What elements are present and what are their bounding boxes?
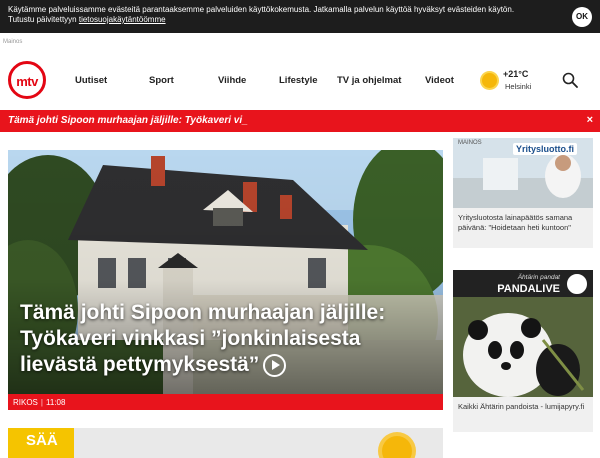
panda-logo-icon <box>565 272 589 296</box>
search-icon[interactable] <box>562 72 578 88</box>
sidebar-ad-pandalive[interactable]: Ähtärin pandat PANDALIVE Kaikki Ähtärin … <box>453 270 593 432</box>
nav-viihde[interactable]: Viihde <box>218 75 246 86</box>
site-header: mtv Uutiset Sport Viihde Lifestyle TV ja… <box>0 52 600 110</box>
ad-image: MAINOS Yritysluotto.fi <box>453 138 593 208</box>
panda-image: Ähtärin pandat PANDALIVE <box>453 270 593 397</box>
nav-tv-ja-ohjelmat[interactable]: TV ja ohjelmat <box>337 75 401 86</box>
hero-headline[interactable]: Tämä johti Sipoon murhaajan jäljille: Ty… <box>20 300 440 378</box>
weather-temp: +21°C <box>503 69 529 79</box>
play-icon[interactable] <box>263 353 287 377</box>
weather-tile[interactable]: SÄÄ <box>8 428 443 458</box>
sun-icon <box>382 436 412 458</box>
ad-caption[interactable]: Yritysluotosta lainapäätös samana päivän… <box>453 208 593 238</box>
hero-meta: RIKOS | 11:08 <box>8 394 443 410</box>
cookie-banner: Käytämme palveluissamme evästeitä parant… <box>0 0 600 33</box>
pandalive-kicker: Ähtärin pandat <box>517 274 560 281</box>
ad-label: Mainos <box>3 39 23 45</box>
ad-caption[interactable]: Kaikki Ähtärin pandoista - lumijapyry.fi <box>453 397 593 417</box>
article-time: 11:08 <box>45 398 66 407</box>
mtv-logo[interactable]: mtv <box>8 61 46 99</box>
ad-brand: Yritysluotto.fi <box>513 143 577 155</box>
cookie-ok-button[interactable]: OK <box>572 7 592 27</box>
ad-mainos-label: MAINOS <box>458 140 482 146</box>
nav-videot[interactable]: Videot <box>425 75 454 86</box>
cookie-text: Käytämme palveluissamme evästeitä parant… <box>8 5 515 14</box>
cookie-text-line2: Tutustu päivitettyyn tietosuojakäytäntöö… <box>8 15 166 24</box>
close-icon[interactable]: × <box>587 114 593 126</box>
weather-city: Helsinki <box>505 82 532 91</box>
privacy-policy-link[interactable]: tietosuojakäytäntöömme <box>79 15 166 24</box>
nav-uutiset[interactable]: Uutiset <box>75 75 107 86</box>
pandalive-title: PANDALIVE <box>497 283 560 295</box>
breaking-news-bar[interactable]: Tämä johti Sipoon murhaajan jäljille: Ty… <box>0 110 600 132</box>
weather-tile-label: SÄÄ <box>8 428 74 458</box>
nav-sport[interactable]: Sport <box>149 75 174 86</box>
nav-lifestyle[interactable]: Lifestyle <box>279 75 318 86</box>
hero-article[interactable]: Tämä johti Sipoon murhaajan jäljille: Ty… <box>8 150 443 410</box>
sidebar-ad-yritysluotto[interactable]: MAINOS Yritysluotto.fi Yritysluotosta la… <box>453 138 593 248</box>
sun-icon <box>482 73 497 88</box>
breaking-news-text[interactable]: Tämä johti Sipoon murhaajan jäljille: Ty… <box>8 115 248 126</box>
article-category[interactable]: RIKOS <box>13 398 38 407</box>
